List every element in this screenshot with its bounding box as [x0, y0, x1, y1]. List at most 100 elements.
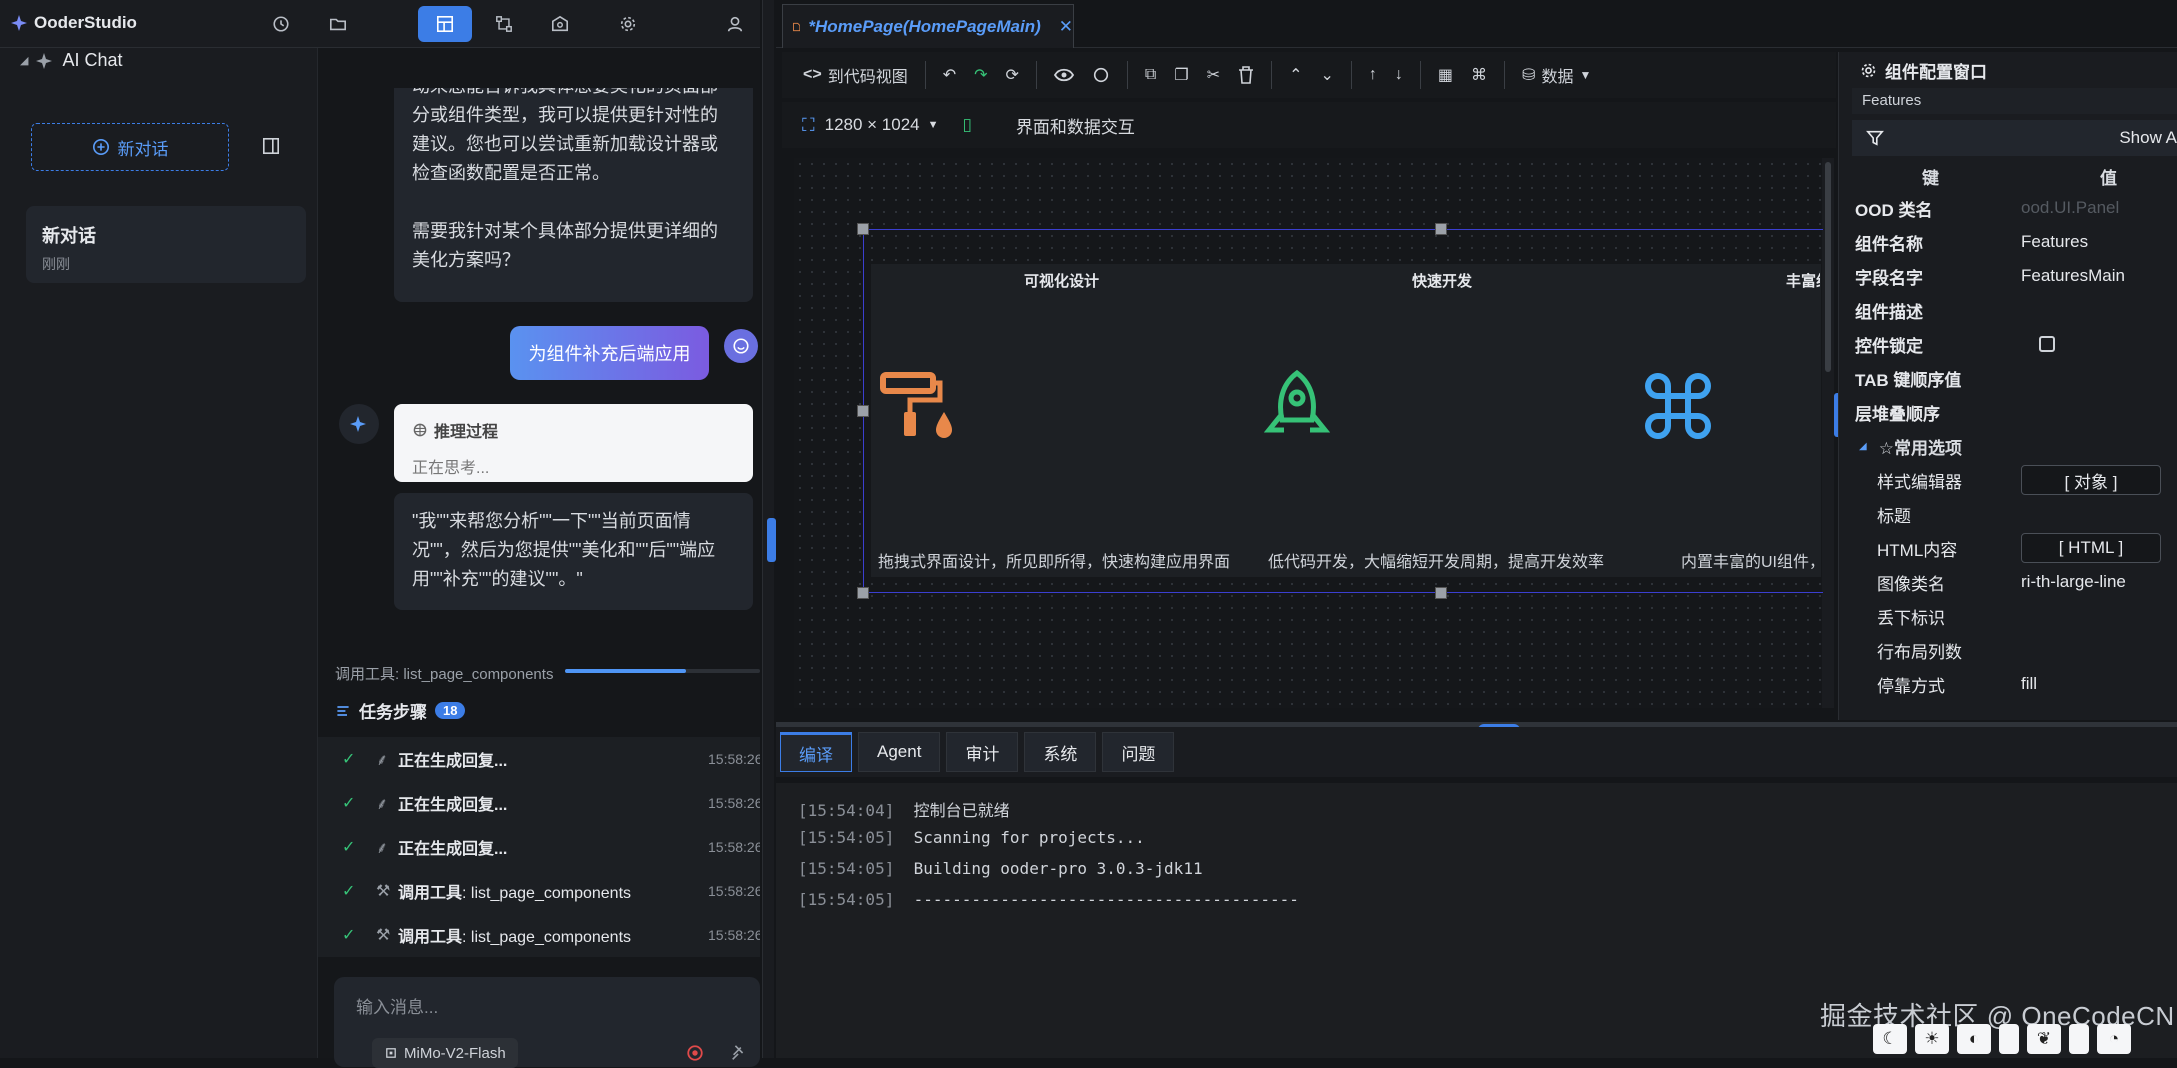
console-tab[interactable]: 问题	[1102, 732, 1175, 772]
lock-checkbox[interactable]	[2039, 336, 2055, 352]
property-row[interactable]: 组件名称 Features	[1855, 225, 2177, 259]
eye-icon[interactable]	[1045, 59, 1083, 91]
mobile-icon[interactable]: ▯	[963, 115, 972, 135]
blank-theme-button[interactable]	[1999, 1024, 2019, 1054]
new-chat-button[interactable]: 新对话	[31, 123, 229, 171]
property-row[interactable]: HTML内容 [ HTML ]	[1855, 531, 2177, 565]
chevron-up-icon[interactable]: ⌃	[1280, 59, 1311, 91]
property-row[interactable]: 字段名字 FeaturesMain	[1855, 259, 2177, 293]
console-tab[interactable]: 编译	[780, 732, 852, 772]
canvas-scrollbar[interactable]	[1822, 158, 1834, 708]
property-row[interactable]: 层堆叠顺序	[1855, 395, 2177, 429]
copy-icon[interactable]: ⧉	[1136, 59, 1165, 91]
property-row[interactable]: 控件锁定	[1855, 327, 2177, 361]
property-editor-button[interactable]: [ 对象 ]	[2021, 465, 2161, 495]
property-row[interactable]: TAB 键顺序值	[1855, 361, 2177, 395]
step-item[interactable]: ✓ ⚒ 调用工具: list_page_components 15:58:26	[318, 913, 760, 957]
layout-icon[interactable]	[418, 6, 472, 42]
feature-description: 内置丰富的UI组件，	[1681, 554, 1821, 571]
resize-handle[interactable]	[1435, 587, 1447, 599]
console-tab[interactable]: 系统	[1024, 732, 1097, 772]
property-group-header[interactable]: ◢ ☆常用选项	[1855, 429, 2177, 463]
property-value: ood.UI.Panel	[2021, 198, 2120, 217]
resize-handle[interactable]	[857, 587, 869, 599]
moon-icon[interactable]: ☾	[1873, 1024, 1907, 1054]
arrow-down-icon[interactable]: ↓	[1386, 59, 1412, 91]
property-row[interactable]: 行布局列数	[1855, 633, 2177, 667]
property-row[interactable]: 图像类名 ri-th-large-line	[1855, 565, 2177, 599]
property-row[interactable]: 丢下标识	[1855, 599, 2177, 633]
step-item[interactable]: ✓ ⸙ 正在生成回复... 15:58:26	[318, 825, 760, 869]
resize-handle[interactable]	[857, 223, 869, 235]
paste-icon[interactable]: ❐	[1165, 59, 1197, 91]
reasoning-card[interactable]: 推理过程 正在思考...	[394, 404, 753, 482]
property-editor-button[interactable]: [ HTML ]	[2021, 533, 2161, 563]
chevron-down-icon[interactable]: ⌄	[1312, 59, 1343, 91]
rocket-icon	[1264, 370, 1330, 444]
collapse-triangle-icon: ◢	[20, 55, 29, 67]
data-dropdown[interactable]: ⛁ 数据 ▼	[1513, 59, 1600, 91]
toggle-sidebar-icon[interactable]	[262, 137, 280, 155]
redo-icon[interactable]: ↷	[965, 59, 996, 91]
assistant-message: 动来您能告诉我具体想要美化的页面部分或组件类型，我可以提供更针对性的建议。您也可…	[394, 88, 753, 302]
property-row[interactable]: 标题	[1855, 497, 2177, 531]
fullscreen-icon[interactable]: ⛶	[802, 115, 815, 136]
arrow-up-icon[interactable]: ↑	[1360, 59, 1386, 91]
contrast-icon[interactable]: ◐	[1957, 1024, 1991, 1054]
gear-icon[interactable]	[614, 10, 642, 38]
property-row[interactable]: 停靠方式 fill	[1855, 667, 2177, 701]
filter-bar[interactable]: Show A	[1852, 120, 2177, 156]
to-code-button[interactable]: <> 到代码视图	[794, 59, 917, 91]
console-tab[interactable]: Agent	[858, 732, 941, 772]
steps-header[interactable]: 任务步骤 18	[335, 698, 760, 723]
feather-icon: ⸙	[376, 752, 389, 769]
step-item[interactable]: ✓ ⸙ 正在生成回复... 15:58:26	[318, 781, 760, 825]
step-item[interactable]: ✓ ⚒ 调用工具: list_page_components 15:58:26	[318, 869, 760, 913]
conversation-item[interactable]: 新对话 刚刚	[26, 206, 306, 283]
tab-homepage[interactable]: *HomePage(HomePageMain) ✕	[782, 4, 1074, 48]
resize-handle[interactable]	[857, 405, 869, 417]
blank-theme-button[interactable]	[2069, 1024, 2089, 1054]
record-icon[interactable]	[686, 1044, 704, 1062]
nodes-icon[interactable]	[490, 10, 518, 38]
property-value[interactable]: ri-th-large-line	[2021, 572, 2126, 592]
pin-icon[interactable]	[730, 1044, 748, 1062]
history-icon[interactable]	[267, 10, 295, 38]
cut-icon[interactable]: ✂	[1198, 59, 1229, 91]
property-row[interactable]: OOD 类名 ood.UI.Panel	[1855, 191, 2177, 225]
step-time: 15:58:26	[708, 927, 760, 943]
property-value[interactable]: fill	[2021, 674, 2037, 694]
property-row[interactable]: 组件描述	[1855, 293, 2177, 327]
console-tab[interactable]: 审计	[946, 732, 1019, 772]
property-row[interactable]: 样式编辑器 [ 对象 ]	[1855, 463, 2177, 497]
circle-icon[interactable]	[1083, 59, 1119, 91]
sun-icon[interactable]: ☀	[1915, 1024, 1949, 1054]
model-name: MiMo-V2-Flash	[404, 1044, 506, 1062]
message-input-placeholder: 输入消息...	[356, 998, 439, 1017]
step-item[interactable]: ✓ ⸙ 正在生成回复... 15:58:26	[318, 737, 760, 781]
ai-chat-header[interactable]: ◢ AI Chat	[20, 50, 123, 71]
refresh-icon[interactable]: ⟳	[997, 59, 1028, 91]
component-selector[interactable]: Features	[1852, 88, 2177, 114]
splitter-handle[interactable]	[767, 518, 776, 562]
property-key: 样式编辑器	[1877, 472, 1962, 492]
user-icon[interactable]	[721, 10, 749, 38]
undo-icon[interactable]: ↶	[934, 59, 965, 91]
component-icon[interactable]	[546, 10, 574, 38]
leaf-icon[interactable]: ❦	[2027, 1024, 2061, 1054]
chip-icon[interactable]: ⌘	[1462, 59, 1496, 91]
model-selector[interactable]: MiMo-V2-Flash	[372, 1038, 518, 1068]
resize-handle[interactable]	[1435, 223, 1447, 235]
resolution-select[interactable]: 1280 × 1024 ▼	[825, 115, 939, 135]
reasoning-title: 推理过程	[434, 424, 499, 441]
list-icon	[337, 705, 349, 716]
delete-icon[interactable]	[1229, 59, 1263, 91]
property-value[interactable]: FeaturesMain	[2021, 266, 2125, 286]
property-key: 行布局列数	[1877, 642, 1962, 662]
property-value[interactable]: Features	[2021, 232, 2088, 252]
property-key: 组件名称	[1855, 234, 1923, 254]
palette-icon[interactable]: ◔	[2097, 1024, 2131, 1054]
table-icon[interactable]: ▦	[1429, 59, 1462, 91]
folder-icon[interactable]	[324, 10, 352, 38]
close-icon[interactable]: ✕	[1059, 17, 1073, 37]
